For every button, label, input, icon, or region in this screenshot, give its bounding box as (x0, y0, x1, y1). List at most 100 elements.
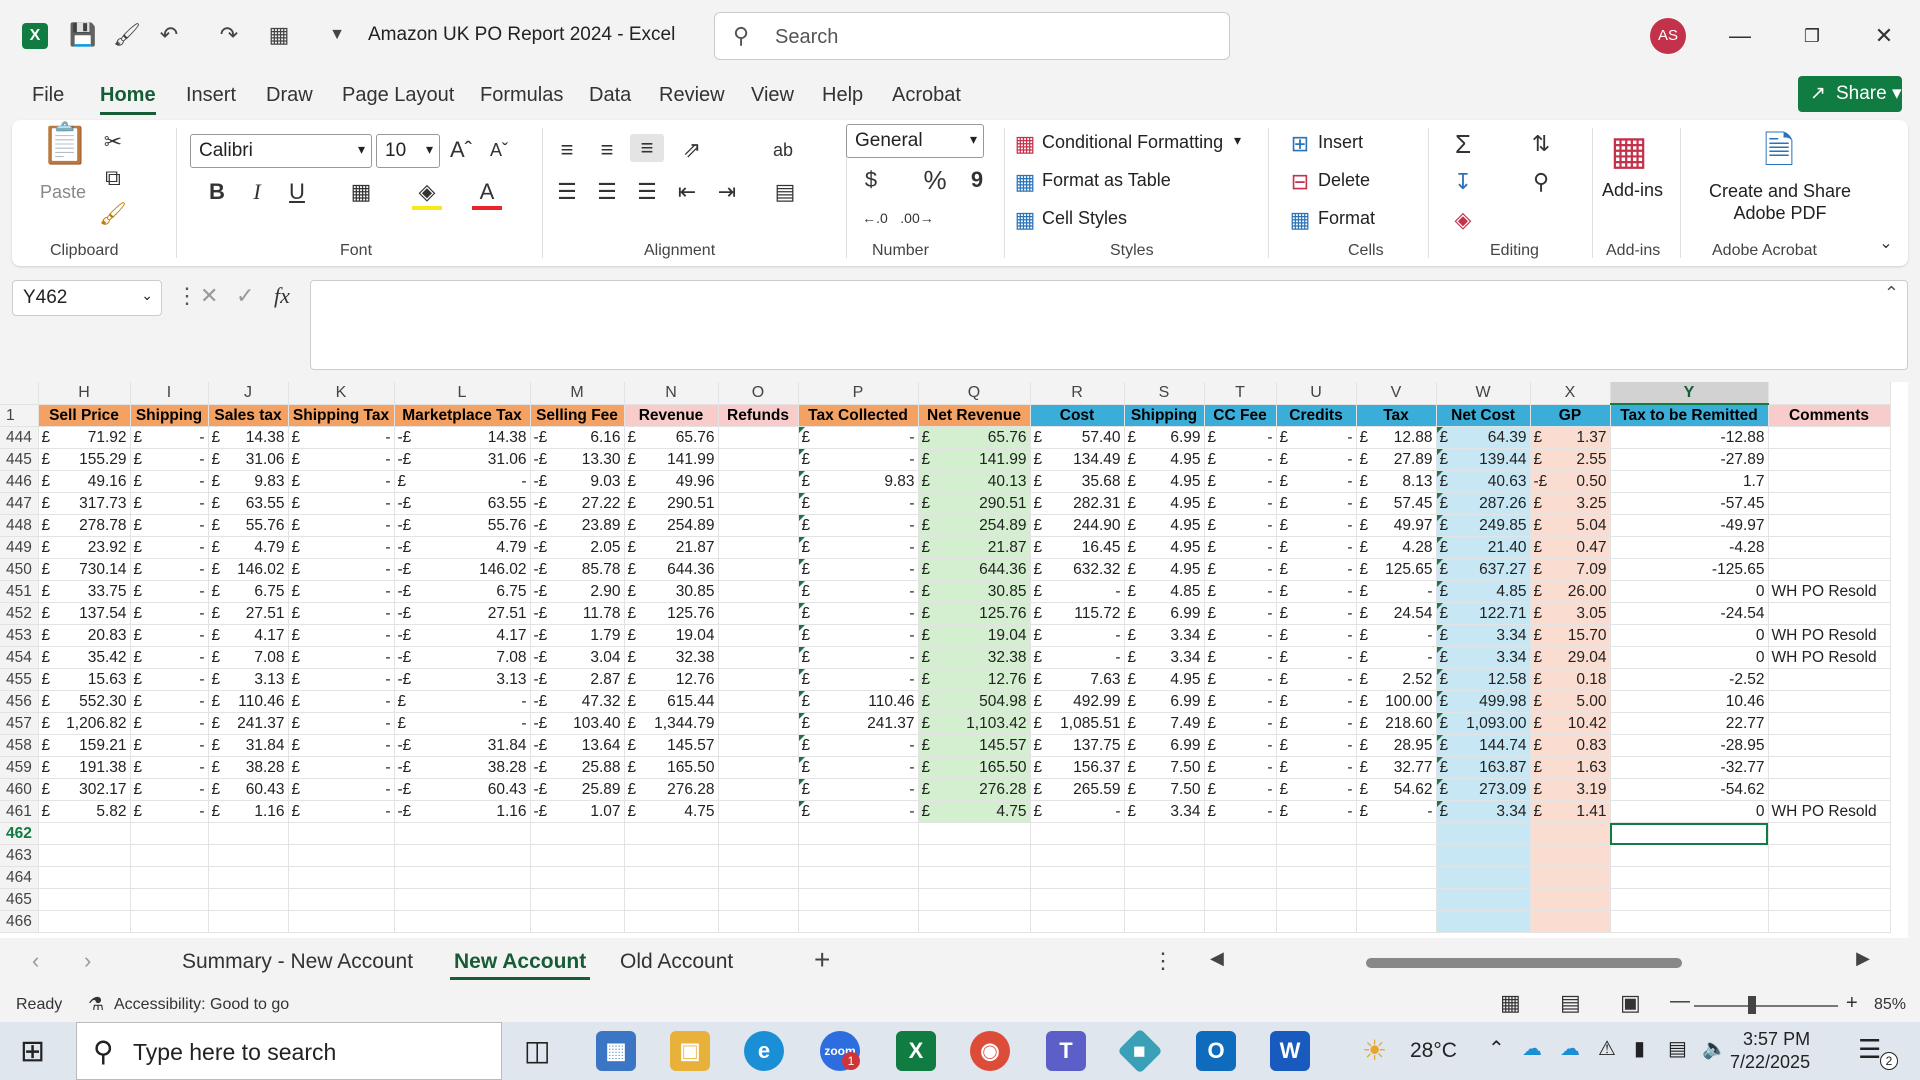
cell-shipping-cost[interactable]: £4.95 (1124, 514, 1205, 537)
cell-selling-fee[interactable]: -£ 25.89 (530, 778, 625, 801)
cell-cost[interactable]: £137.75 (1030, 734, 1125, 757)
cell-refunds[interactable] (718, 514, 799, 537)
cell-shipping-tax[interactable]: £ - (288, 536, 395, 559)
cell-sell-price[interactable]: £23.92 (38, 536, 131, 559)
cell-shipping-tax[interactable]: £ - (288, 492, 395, 515)
horizontal-scroll-thumb[interactable] (1366, 958, 1682, 968)
cell-shipping-cost[interactable]: £6.99 (1124, 690, 1205, 713)
header-cell[interactable]: Tax (1356, 404, 1437, 427)
cell[interactable] (1436, 888, 1531, 911)
cell-sell-price[interactable]: £552.30 (38, 690, 131, 713)
row-header[interactable]: 459 (0, 756, 39, 779)
cell-tax-to-remit[interactable]: -49.97 (1610, 514, 1769, 537)
cell-gp[interactable]: £0.18 (1530, 668, 1611, 691)
share-button[interactable]: ↗ Share ▾ (1798, 76, 1902, 112)
cell-sell-price[interactable]: £1,206.82 (38, 712, 131, 735)
notifications-icon[interactable]: ☰ (1858, 1034, 1881, 1065)
cell-credits[interactable]: £ - (1276, 712, 1357, 735)
cell-sales-tax[interactable]: £6.75 (208, 580, 289, 603)
cell-tax-to-remit[interactable]: 22.77 (1610, 712, 1769, 735)
cell[interactable] (1124, 888, 1205, 911)
cell[interactable] (38, 910, 131, 933)
chrome-icon[interactable]: ◉ (970, 1031, 1010, 1071)
cell-tax-collected[interactable]: £ - (798, 624, 919, 647)
sheet-tab-old-account[interactable]: Old Account (620, 950, 733, 974)
cell-cc-fee[interactable]: £ - (1204, 624, 1277, 647)
cell-sales-tax[interactable]: £27.51 (208, 602, 289, 625)
cell-shipping-cost[interactable]: £4.95 (1124, 558, 1205, 581)
cell-gp[interactable]: £5.04 (1530, 514, 1611, 537)
cell[interactable] (1124, 910, 1205, 933)
cell-tax-to-remit[interactable]: -2.52 (1610, 668, 1769, 691)
cell[interactable] (918, 888, 1031, 911)
cell-tax-to-remit[interactable]: 0 (1610, 580, 1769, 603)
cell-revenue[interactable]: £21.87 (624, 536, 719, 559)
cell-tax[interactable]: £12.88 (1356, 426, 1437, 449)
minimize-icon[interactable]: — (1720, 18, 1760, 54)
chevron-down-icon[interactable]: ▾ (1234, 132, 1241, 149)
cell[interactable] (918, 844, 1031, 867)
cell-styles-icon[interactable]: ▦ (1012, 206, 1038, 234)
cell-revenue[interactable]: £276.28 (624, 778, 719, 801)
cell-sales-tax[interactable]: £60.43 (208, 778, 289, 801)
cell-cc-fee[interactable]: £ - (1204, 734, 1277, 757)
cell-marketplace-tax[interactable]: -£ 7.08 (394, 646, 531, 669)
row-header[interactable]: 462 (0, 822, 39, 845)
cell-tax-to-remit[interactable]: -24.54 (1610, 602, 1769, 625)
more-sheets-icon[interactable]: ⋮ (1152, 948, 1174, 974)
horizontal-scrollbar[interactable]: ◀ ▶ (1210, 948, 1870, 972)
cell-credits[interactable]: £ - (1276, 778, 1357, 801)
conditional-formatting-button[interactable]: Conditional Formatting (1042, 132, 1223, 153)
row-header[interactable]: 444 (0, 426, 39, 449)
cell-revenue[interactable]: £12.76 (624, 668, 719, 691)
fill-icon[interactable]: ↧ (1448, 168, 1478, 196)
cell-shipping-cost[interactable]: £4.85 (1124, 580, 1205, 603)
cell-tax[interactable]: £49.97 (1356, 514, 1437, 537)
cell[interactable] (208, 822, 289, 845)
cell-tax-to-remit[interactable]: -125.65 (1610, 558, 1769, 581)
cell-credits[interactable]: £ - (1276, 668, 1357, 691)
cell-net-revenue[interactable]: £165.50 (918, 756, 1031, 779)
cell-cost[interactable]: £1,085.51 (1030, 712, 1125, 735)
cell-gp[interactable]: £29.04 (1530, 646, 1611, 669)
cell-shipping[interactable]: £ - (130, 448, 209, 471)
header-cell[interactable]: Marketplace Tax (394, 404, 531, 427)
cell-revenue[interactable]: £644.36 (624, 558, 719, 581)
cell-tax-collected[interactable]: £ - (798, 646, 919, 669)
header-cell[interactable]: GP (1530, 404, 1611, 427)
cell[interactable] (130, 822, 209, 845)
cell[interactable] (1204, 888, 1277, 911)
cell[interactable] (798, 888, 919, 911)
redo-icon[interactable]: ↷ (214, 20, 244, 50)
cell-shipping[interactable]: £ - (130, 470, 209, 493)
cell-comments[interactable] (1768, 668, 1891, 691)
header-cell[interactable]: Cost (1030, 404, 1125, 427)
cell-tax[interactable]: £24.54 (1356, 602, 1437, 625)
cell-gp[interactable]: £10.42 (1530, 712, 1611, 735)
cell-selling-fee[interactable]: -£ 103.40 (530, 712, 625, 735)
cell-revenue[interactable]: £1,344.79 (624, 712, 719, 735)
cell-cc-fee[interactable]: £ - (1204, 646, 1277, 669)
cell-shipping-tax[interactable]: £ - (288, 712, 395, 735)
cell-marketplace-tax[interactable]: -£ 60.43 (394, 778, 531, 801)
cell[interactable] (1124, 822, 1205, 845)
cell-refunds[interactable] (718, 426, 799, 449)
row-header[interactable]: 449 (0, 536, 39, 559)
row-header[interactable]: 455 (0, 668, 39, 691)
cell-net-cost[interactable]: £249.85 (1436, 514, 1531, 537)
cell-tax-collected[interactable]: £ - (798, 756, 919, 779)
cell-tax-collected[interactable]: £ - (798, 800, 919, 823)
cell-cost[interactable]: £632.32 (1030, 558, 1125, 581)
cell-shipping[interactable]: £ - (130, 734, 209, 757)
increase-decimal-icon[interactable]: ←.0 (858, 204, 892, 232)
cell-selling-fee[interactable]: -£ 6.16 (530, 426, 625, 449)
cell-refunds[interactable] (718, 690, 799, 713)
cell-shipping[interactable]: £ - (130, 580, 209, 603)
cell-shipping-cost[interactable]: £7.49 (1124, 712, 1205, 735)
cell[interactable] (38, 888, 131, 911)
cell[interactable] (530, 910, 625, 933)
align-top-icon[interactable]: ≡ (552, 136, 582, 164)
cell-comments[interactable] (1768, 470, 1891, 493)
cell-comments[interactable] (1768, 514, 1891, 537)
cell[interactable] (718, 844, 799, 867)
